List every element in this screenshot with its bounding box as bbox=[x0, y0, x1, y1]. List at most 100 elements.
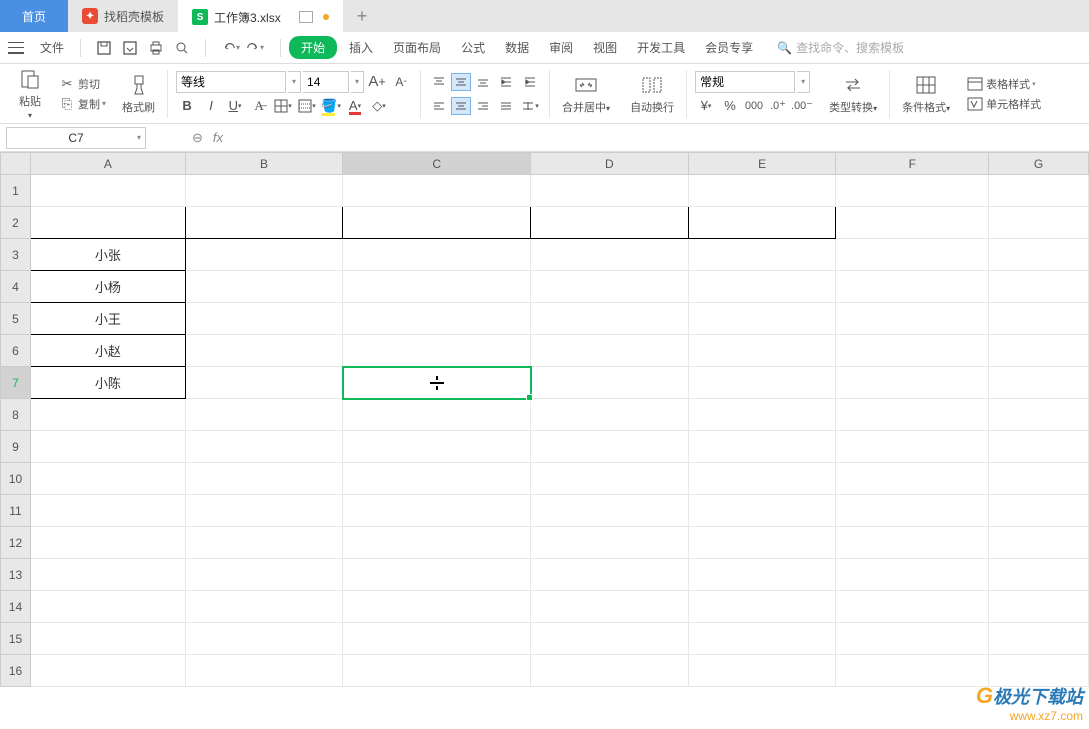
row-header-4[interactable]: 4 bbox=[1, 271, 31, 303]
cell-A1[interactable] bbox=[30, 175, 185, 207]
cell-A3[interactable]: 小张 bbox=[30, 239, 185, 271]
cell-C4[interactable] bbox=[343, 271, 531, 303]
cell-C9[interactable] bbox=[343, 431, 531, 463]
cell-F16[interactable] bbox=[836, 655, 989, 687]
fill-pattern-button[interactable]: ▾ bbox=[296, 95, 318, 117]
cell-A9[interactable] bbox=[30, 431, 185, 463]
cell-C14[interactable] bbox=[343, 591, 531, 623]
increase-decimal-icon[interactable]: .0⁺ bbox=[767, 95, 789, 117]
cell-E14[interactable] bbox=[688, 591, 836, 623]
cell-C2[interactable] bbox=[343, 207, 531, 239]
menu-review[interactable]: 审阅 bbox=[541, 35, 581, 60]
cell-C8[interactable] bbox=[343, 399, 531, 431]
cell-G5[interactable] bbox=[989, 303, 1089, 335]
menu-view[interactable]: 视图 bbox=[585, 35, 625, 60]
cell-G2[interactable] bbox=[989, 207, 1089, 239]
cell-G4[interactable] bbox=[989, 271, 1089, 303]
cell-A5[interactable]: 小王 bbox=[30, 303, 185, 335]
cell-F15[interactable] bbox=[836, 623, 989, 655]
col-header-E[interactable]: E bbox=[688, 153, 836, 175]
cell-style-button[interactable]: 单元格样式 bbox=[966, 95, 1041, 113]
row-header-8[interactable]: 8 bbox=[1, 399, 31, 431]
cell-C1[interactable] bbox=[343, 175, 531, 207]
cell-A11[interactable] bbox=[30, 495, 185, 527]
fill-color-button[interactable]: 🪣▾ bbox=[320, 95, 342, 117]
align-justify-icon[interactable] bbox=[495, 95, 517, 117]
cell-C12[interactable] bbox=[343, 527, 531, 559]
cell-B6[interactable] bbox=[185, 335, 343, 367]
cell-E4[interactable] bbox=[688, 271, 836, 303]
row-header-7[interactable]: 7 bbox=[1, 367, 31, 399]
menu-member[interactable]: 会员专享 bbox=[697, 35, 761, 60]
col-header-A[interactable]: A bbox=[30, 153, 185, 175]
cell-F3[interactable] bbox=[836, 239, 989, 271]
cell-B5[interactable] bbox=[185, 303, 343, 335]
row-header-11[interactable]: 11 bbox=[1, 495, 31, 527]
cell-D10[interactable] bbox=[531, 463, 689, 495]
cell-G1[interactable] bbox=[989, 175, 1089, 207]
font-color-button[interactable]: A▾ bbox=[344, 95, 366, 117]
font-size-select[interactable] bbox=[303, 71, 349, 93]
cell-C5[interactable] bbox=[343, 303, 531, 335]
chevron-down-icon[interactable]: ▾ bbox=[351, 71, 364, 93]
copy-button[interactable]: ⎘复制▾ bbox=[58, 95, 106, 113]
strikethrough-button[interactable]: A̶ bbox=[248, 95, 270, 117]
cell-A6[interactable]: 小赵 bbox=[30, 335, 185, 367]
indent-increase-icon[interactable] bbox=[519, 71, 541, 93]
cell-G9[interactable] bbox=[989, 431, 1089, 463]
name-box[interactable]: C7 ▾ bbox=[6, 127, 146, 149]
cell-E15[interactable] bbox=[688, 623, 836, 655]
row-header-9[interactable]: 9 bbox=[1, 431, 31, 463]
select-all-corner[interactable] bbox=[1, 153, 31, 175]
cell-C3[interactable] bbox=[343, 239, 531, 271]
border-button[interactable]: ▾ bbox=[272, 95, 294, 117]
cell-B12[interactable] bbox=[185, 527, 343, 559]
cell-A4[interactable]: 小杨 bbox=[30, 271, 185, 303]
row-header-16[interactable]: 16 bbox=[1, 655, 31, 687]
command-search[interactable]: 🔍 查找命令、搜索模板 bbox=[777, 39, 904, 56]
cell-B15[interactable] bbox=[185, 623, 343, 655]
row-header-15[interactable]: 15 bbox=[1, 623, 31, 655]
cell-G15[interactable] bbox=[989, 623, 1089, 655]
print-icon[interactable] bbox=[147, 39, 165, 57]
currency-icon[interactable]: ¥▾ bbox=[695, 95, 717, 117]
cell-C15[interactable] bbox=[343, 623, 531, 655]
cell-F14[interactable] bbox=[836, 591, 989, 623]
cell-B3[interactable] bbox=[185, 239, 343, 271]
cell-A15[interactable] bbox=[30, 623, 185, 655]
format-painter-button[interactable]: 格式刷 bbox=[118, 71, 159, 117]
hamburger-icon[interactable] bbox=[8, 42, 24, 54]
cell-C16[interactable] bbox=[343, 655, 531, 687]
cell-F6[interactable] bbox=[836, 335, 989, 367]
cell-E5[interactable] bbox=[688, 303, 836, 335]
cell-B4[interactable] bbox=[185, 271, 343, 303]
fx-icon[interactable]: fx bbox=[213, 130, 223, 145]
cell-F8[interactable] bbox=[836, 399, 989, 431]
menu-file[interactable]: 文件 bbox=[32, 35, 72, 60]
cell-G10[interactable] bbox=[989, 463, 1089, 495]
cell-D5[interactable] bbox=[531, 303, 689, 335]
auto-wrap-button[interactable]: 自动换行 bbox=[626, 71, 678, 117]
cell-E12[interactable] bbox=[688, 527, 836, 559]
orientation-icon[interactable]: ▾ bbox=[519, 95, 541, 117]
row-header-2[interactable]: 2 bbox=[1, 207, 31, 239]
cell-A12[interactable] bbox=[30, 527, 185, 559]
cell-D3[interactable] bbox=[531, 239, 689, 271]
merge-center-button[interactable]: 合并居中▾ bbox=[558, 71, 614, 117]
italic-button[interactable]: I bbox=[200, 95, 222, 117]
cell-B8[interactable] bbox=[185, 399, 343, 431]
col-header-G[interactable]: G bbox=[989, 153, 1089, 175]
row-header-14[interactable]: 14 bbox=[1, 591, 31, 623]
cell-E16[interactable] bbox=[688, 655, 836, 687]
cond-format-button[interactable]: 条件格式▾ bbox=[898, 71, 954, 117]
cell-G14[interactable] bbox=[989, 591, 1089, 623]
row-header-6[interactable]: 6 bbox=[1, 335, 31, 367]
cell-D1[interactable] bbox=[531, 175, 689, 207]
cell-B14[interactable] bbox=[185, 591, 343, 623]
table-style-button[interactable]: 表格样式▾ bbox=[966, 75, 1041, 93]
decrease-font-icon[interactable]: A- bbox=[390, 71, 412, 93]
type-convert-button[interactable]: 类型转换▾ bbox=[825, 71, 881, 117]
cell-C13[interactable] bbox=[343, 559, 531, 591]
cell-D7[interactable] bbox=[531, 367, 689, 399]
cell-E3[interactable] bbox=[688, 239, 836, 271]
